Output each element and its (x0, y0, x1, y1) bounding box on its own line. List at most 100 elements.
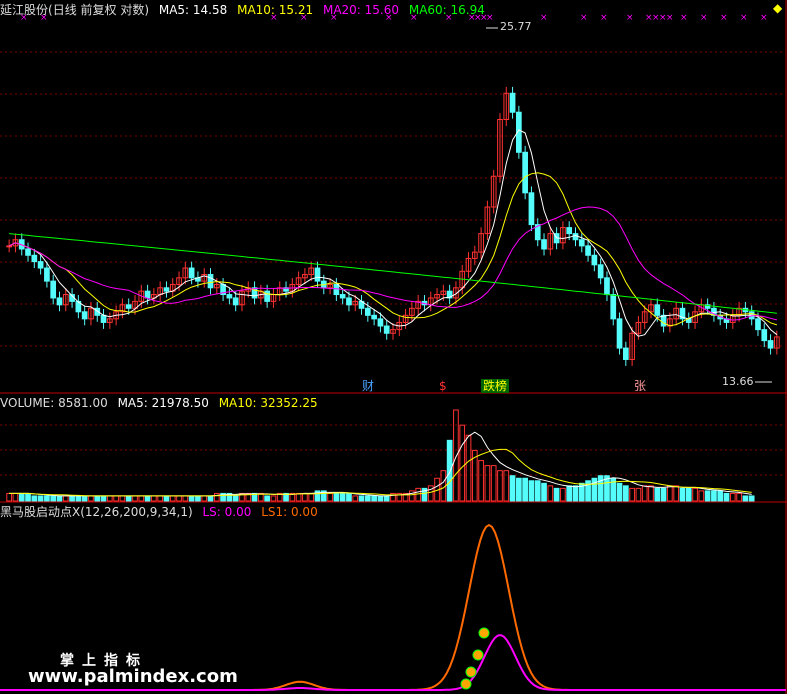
candle-body (44, 267, 50, 282)
price-high-label: 25.77 (500, 20, 532, 33)
tag-cai[interactable]: 财 (360, 379, 376, 393)
candle-body (125, 304, 132, 309)
volume-bar (364, 495, 371, 502)
volume-bar (654, 487, 661, 502)
volume-bar (176, 495, 182, 502)
candle-body (597, 264, 604, 279)
volume-bar (346, 492, 352, 502)
ma5-value: MA5: 14.58 (158, 3, 228, 17)
volume-bar (327, 492, 333, 502)
volume-bar (459, 424, 466, 502)
volume-bar (553, 487, 560, 502)
signal-marker: × (626, 13, 634, 23)
volume-bar (490, 465, 497, 502)
candle-body (522, 151, 528, 194)
volume-bar (516, 477, 522, 502)
candle-body (371, 314, 377, 320)
candle-body (572, 233, 579, 241)
signal-dot (472, 649, 484, 661)
volume-bar (264, 495, 270, 502)
signal-marker: × (540, 13, 548, 23)
volume-bar (69, 495, 75, 502)
ma10-line (8, 172, 778, 327)
volume-bar (56, 495, 63, 502)
volume-bar (736, 492, 742, 502)
volume-bar (75, 495, 82, 502)
volume-bar (415, 487, 422, 502)
tag-dieba[interactable]: 跌榜 (481, 379, 510, 393)
volume-bar (635, 487, 642, 502)
volume-bar (25, 492, 31, 502)
volume-bar (333, 492, 340, 502)
volume-bar (629, 487, 635, 502)
volume-bar (113, 495, 119, 502)
signal-dot (465, 666, 477, 678)
signal-marker: × (580, 13, 588, 23)
volume-bar (151, 495, 157, 502)
signal-marker: × (666, 13, 674, 23)
candle-body (610, 294, 617, 320)
volume-bar (37, 495, 44, 502)
volume-bar (94, 495, 101, 502)
volume-bar (704, 490, 711, 502)
candle-body (232, 297, 239, 306)
signal-dot (478, 627, 490, 639)
indicator-panel-header: 黑马股启动点X(12,26,200,9,34,1) LS: 0.00 LS1: … (0, 505, 324, 519)
candle-body (339, 294, 346, 299)
candle-body (81, 311, 88, 320)
candle-body (509, 92, 516, 113)
volume-bar (534, 480, 541, 502)
volume-bar (560, 487, 566, 502)
candle-body (364, 307, 371, 316)
tag-zhang[interactable]: 张 (632, 379, 648, 393)
candle-body (56, 297, 63, 306)
candle-body (528, 192, 535, 226)
indicator-ls: LS: 0.00 (202, 505, 252, 519)
volume-bar (163, 495, 170, 502)
indicator-ls1: LS1: 0.00 (261, 505, 318, 519)
volume-bar (692, 487, 698, 502)
volume-bar (541, 482, 547, 502)
volume-bar (679, 487, 686, 502)
volume-bar (660, 487, 667, 502)
tag-dollar[interactable]: $ (437, 379, 449, 393)
volume-bar (484, 465, 491, 502)
volume-bar (232, 495, 239, 502)
volume-bar (528, 480, 535, 502)
candle-body (591, 254, 598, 266)
volume-bar (182, 495, 189, 502)
volume-ma5: MA5: 21978.50 (117, 396, 209, 410)
candle-body (660, 314, 667, 327)
volume-bar (62, 495, 69, 502)
volume-ma5-line (9, 431, 752, 497)
volume-bar (572, 485, 579, 502)
volume-bar (201, 495, 208, 502)
volume-bar (213, 492, 220, 502)
volume-bar (729, 492, 736, 502)
candle-body (377, 318, 384, 327)
candle-body (761, 329, 768, 342)
watermark-url: www.palmindex.com (28, 666, 238, 687)
price-panel-header: 延江股份(日线 前复权 对数) MA5: 14.58 MA10: 15.21 M… (0, 3, 491, 17)
volume-bar (132, 495, 138, 502)
volume-bar (698, 490, 705, 502)
signal-marker: × (700, 13, 708, 23)
candle-body (31, 254, 38, 263)
volume-bar (685, 487, 692, 502)
volume-ma10: MA10: 32352.25 (218, 396, 318, 410)
candle-body (585, 245, 591, 256)
volume-panel-header: VOLUME: 8581.00 MA5: 21978.50 MA10: 3235… (0, 396, 324, 410)
volume-bar (119, 495, 126, 502)
volume-bar (748, 495, 755, 502)
candle-body (622, 347, 629, 360)
candle-body (6, 245, 12, 248)
volume-bar (195, 495, 201, 502)
candle-body (616, 318, 623, 349)
volume-bar (207, 495, 214, 502)
volume-bar (711, 490, 717, 502)
candle-body (383, 325, 390, 334)
stock-chart[interactable]: × × × × × × × × ×××× × × × × × × × × × × × × ×◆ (0, 0, 787, 694)
volume-bar (302, 492, 308, 502)
signal-marker: × (680, 13, 688, 23)
volume-bar (144, 495, 151, 502)
